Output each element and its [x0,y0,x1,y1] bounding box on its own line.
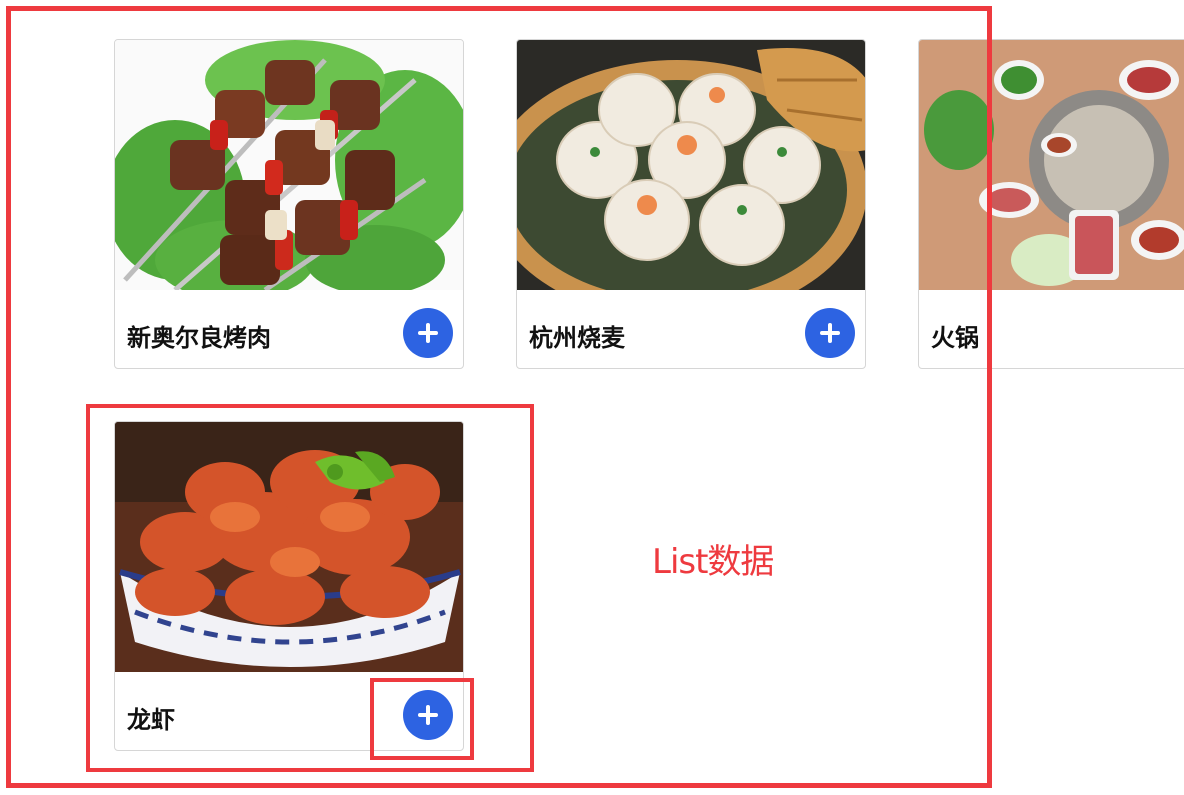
annotation-label: List数据 [652,542,774,582]
button-annotation-frame [370,678,474,760]
page: 新奥尔良烤肉 杭州烧麦 火锅 龙虾 List数据 [0,0,1184,795]
